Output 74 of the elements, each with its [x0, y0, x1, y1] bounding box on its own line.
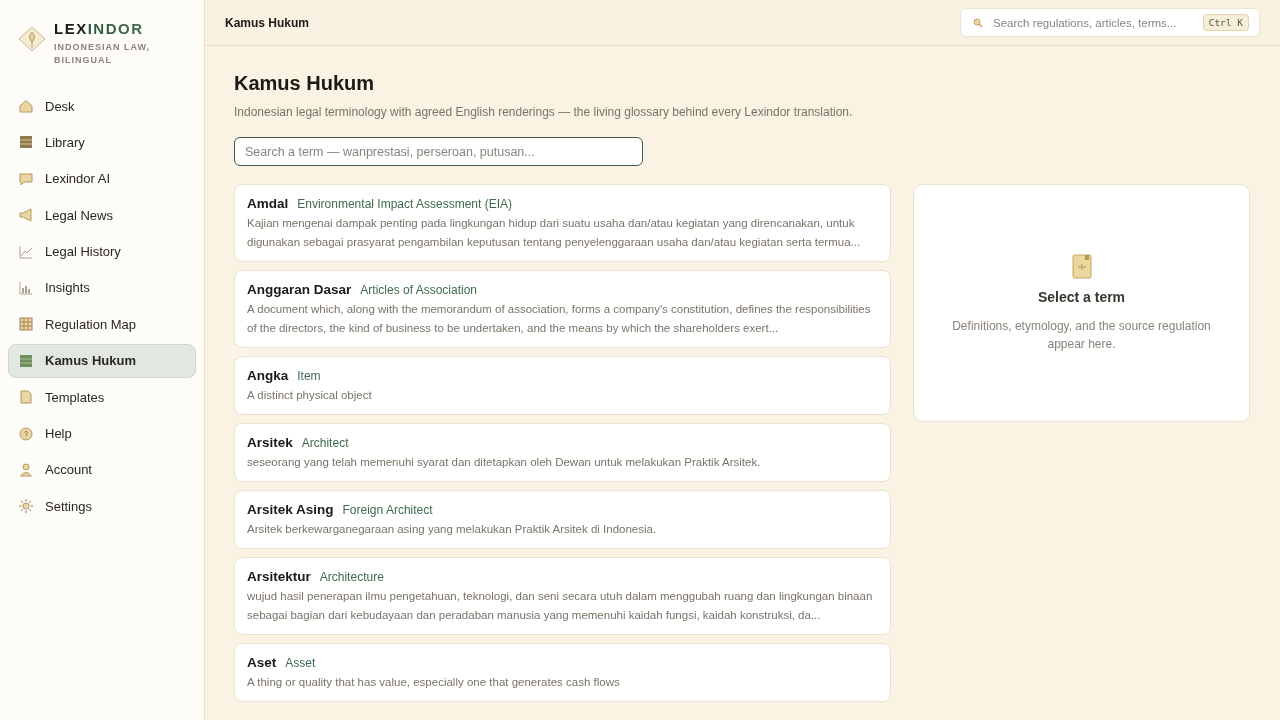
nav-item[interactable]: Insights — [8, 270, 196, 305]
nav-item[interactable]: Settings — [8, 489, 196, 524]
nav-label: Legal News — [45, 207, 113, 223]
grid-icon — [19, 317, 33, 332]
settings-icon — [19, 499, 33, 514]
nav-item[interactable]: Account — [8, 452, 196, 487]
term-name: Aset — [247, 655, 277, 670]
shortcut-hint: Ctrl K — [1202, 14, 1249, 31]
term-definition: Arsitek berkewarganegaraan asing yang melakukan Praktik Arsitek di Indonesia. — [247, 522, 658, 537]
bar-chart-icon — [19, 280, 33, 295]
page-subtitle: Indonesian legal terminology with agreed English renderings — the living glossary behind every Lexindor translation. — [234, 105, 854, 119]
nav-item[interactable]: Lexindor AI — [8, 161, 196, 196]
term-card[interactable]: Arsitek Architect seseorang yang telah memenuhi syarat dan ditetapkan oleh Dewan untuk melakukan Praktik Arsitek. — [234, 423, 891, 482]
page-title: Kamus Hukum — [234, 72, 376, 95]
nav-label: Help — [45, 426, 72, 441]
nav-label: Library — [45, 134, 85, 150]
term-card[interactable]: Angka Item A distinct physical object — [234, 356, 891, 415]
term-name: Arsitek Asing — [247, 502, 334, 517]
brand-tagline: INDONESIAN LAW, BILINGUAL — [54, 41, 151, 67]
global-search-field[interactable]: Search regulations, articles, terms... Ctrl K — [960, 8, 1260, 37]
nav-label: Insights — [45, 280, 90, 296]
help-icon — [19, 426, 33, 441]
term-search-field[interactable]: Search a term — wanprestasi, perseroan, putusan... — [234, 137, 643, 166]
term-translation: Environmental Impact Assessment (EIA) — [297, 197, 512, 211]
nav-item[interactable]: Templates — [8, 380, 196, 415]
term-definition: A distinct physical object — [247, 388, 373, 403]
term-definition: A thing or quality that has value, especially one that generates cash flows — [247, 675, 621, 690]
nav-item[interactable]: Legal History — [8, 234, 196, 269]
term-translation: Architecture — [319, 570, 384, 584]
detail-hint: Definitions, etymology, and the source regulation appear here. — [951, 317, 1212, 353]
term-name: Angka — [247, 368, 289, 383]
term-translation: Item — [297, 369, 321, 383]
logo-icon — [18, 26, 46, 52]
term-name: Anggaran Dasar — [247, 282, 352, 297]
home-icon — [19, 99, 33, 113]
term-name: Amdal — [247, 196, 289, 211]
term-card[interactable] — [234, 184, 891, 262]
term-name: Arsitek — [247, 435, 293, 450]
nav-label: Lexindor AI — [45, 171, 111, 187]
term-translation: Foreign Architect — [342, 503, 433, 517]
nav-label: Templates — [45, 389, 105, 405]
detail-title: Select a term — [1037, 288, 1126, 305]
term-name: Arsitektur — [247, 569, 311, 584]
nav-item[interactable]: Legal News — [8, 198, 196, 233]
nav-item[interactable]: Regulation Map — [8, 307, 196, 342]
nav-label: Kamus Hukum — [45, 353, 137, 369]
term-definition: seseorang yang telah memenuhi syarat dan ditetapkan oleh Dewan untuk melakukan Praktik Arsitek. — [247, 455, 762, 470]
page-header-title: Kamus Hukum — [225, 15, 310, 30]
term-definition: A document which, along with the memorandum of association, forms a company's constitution, defines the responsibilities of the directors, the kind of business to be undertaken, and the means by which the shareholders exert... — [247, 302, 872, 336]
nav-label: Legal History — [45, 244, 121, 260]
chat-icon — [19, 171, 33, 186]
term-definition: Kajian mengenai dampak penting pada lingkungan hidup dari suatu usaha dan/atau kegiatan yang direncanakan, untuk digunakan sebagai prasyarat pengambilan keputusan tentang penyelenggaraan usaha dan/atau kegiatan serta termua... — [247, 216, 862, 250]
term-card[interactable]: Arsitek Asing Foreign Architect Arsitek berkewarganegaraan asing yang melakukan Praktik Arsitek di Indonesia. — [234, 490, 891, 549]
global-search-input[interactable]: Search regulations, articles, terms... — [993, 16, 1193, 29]
nav-label: Regulation Map — [45, 316, 137, 332]
term-card[interactable]: Aset Asset A thing or quality that has value, especially one that generates cash flows — [234, 643, 891, 702]
term-translation: Articles of Association — [360, 283, 477, 297]
person-icon — [19, 462, 33, 477]
nav-item[interactable]: Library — [8, 125, 196, 160]
nav-label: Desk — [45, 98, 75, 114]
term-card[interactable] — [234, 270, 891, 348]
term-card[interactable] — [234, 557, 891, 635]
nav-item[interactable]: Desk — [8, 89, 196, 123]
document-icon — [19, 390, 33, 405]
search-icon — [973, 17, 983, 28]
nav-label: Account — [45, 462, 92, 478]
term-translation: Architect — [301, 436, 349, 450]
megaphone-icon — [19, 208, 33, 223]
term-definition: wujud hasil penerapan ilmu pengetahuan, teknologi, dan seni secara utuh dalam menggubah ruang dan lingkungan binaan sebagai bagian dari kebudayaan dan peradaban manusia yang memenuhi kaidah fungsi, kaidah konstruksi, da... — [247, 589, 874, 623]
nav-item[interactable]: Help — [8, 416, 196, 451]
line-chart-icon — [19, 244, 33, 259]
term-translation: Asset — [285, 656, 316, 670]
nav-item[interactable]: Kamus Hukum — [8, 343, 196, 378]
nav-label: Settings — [45, 498, 92, 514]
